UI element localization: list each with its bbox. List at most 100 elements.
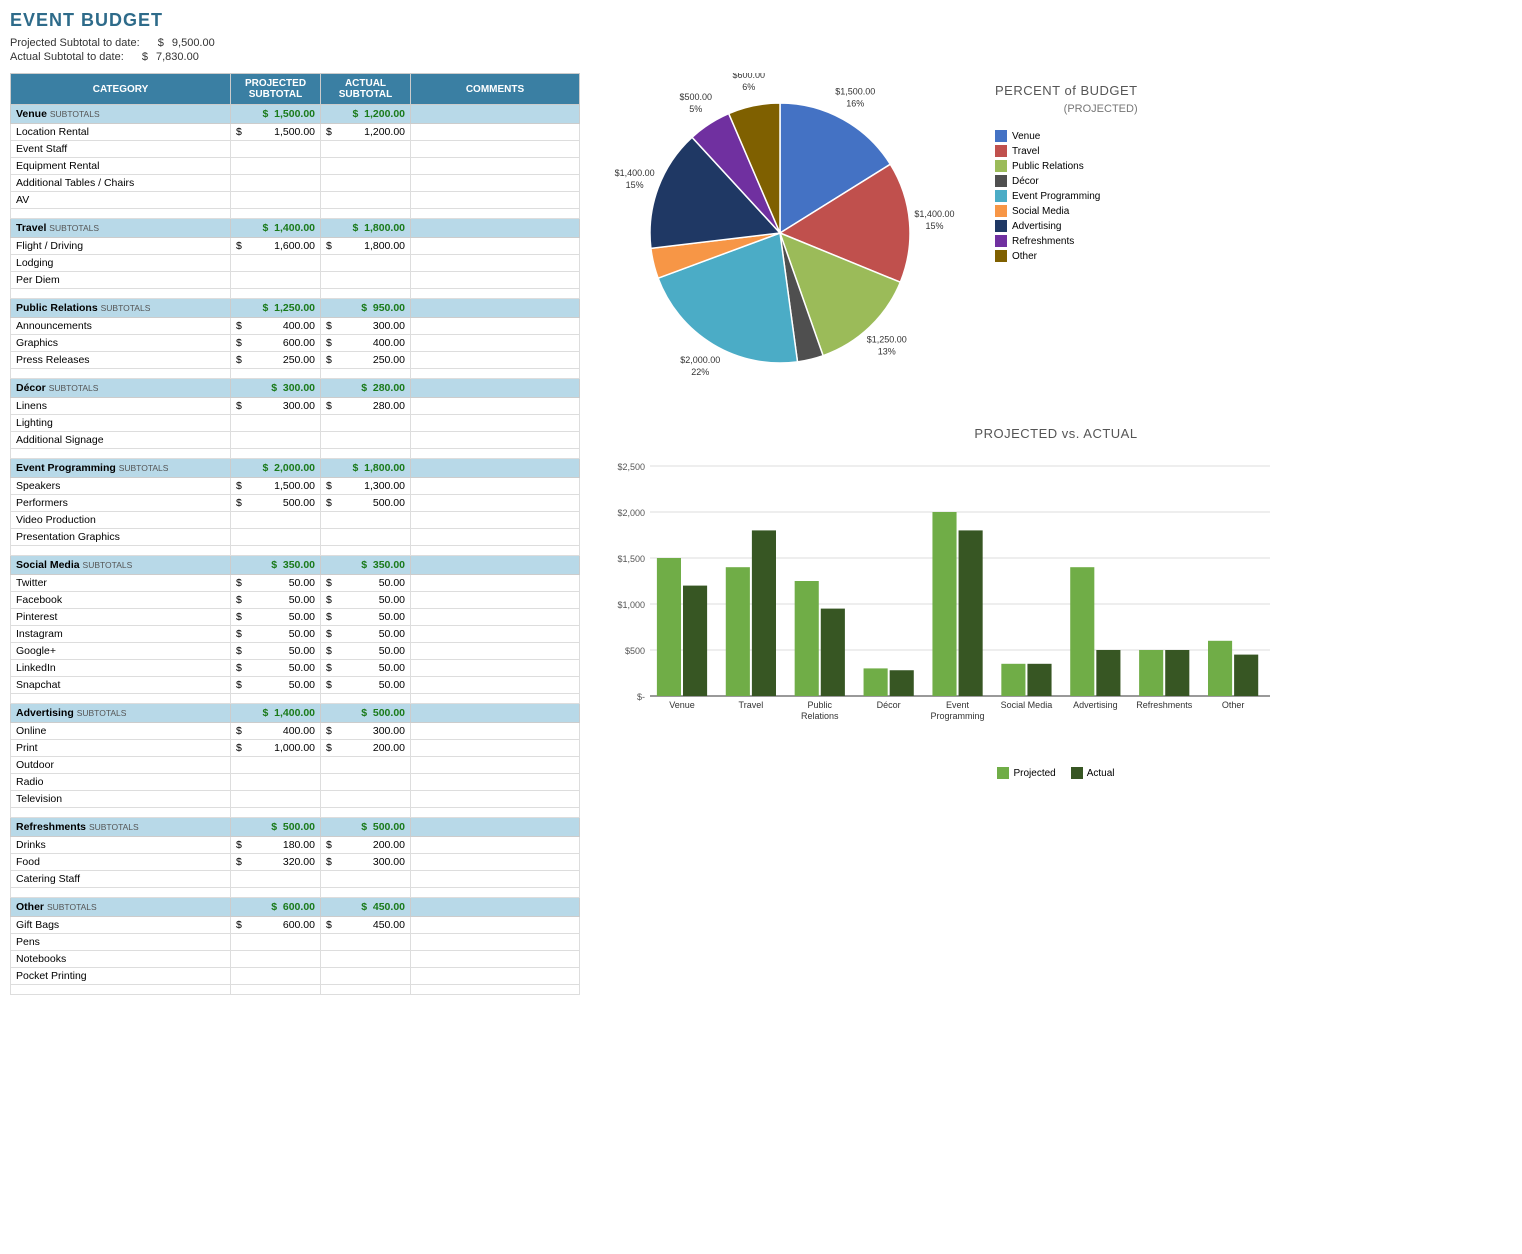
legend-item: Refreshments: [995, 235, 1138, 247]
item-name: Graphics: [11, 335, 231, 352]
proj-val: $250.00: [231, 352, 321, 369]
act-val: $300.00: [321, 723, 411, 740]
item-name: Lodging: [11, 255, 231, 272]
act-val: [321, 791, 411, 808]
table-header: CATEGORY PROJECTEDSUBTOTAL ACTUALSUBTOTA…: [11, 74, 580, 105]
actual-bar: [752, 530, 776, 696]
item-name: Snapchat: [11, 677, 231, 694]
section-name: Other SUBTOTALS: [11, 898, 231, 917]
table-row: Food$320.00$300.00: [11, 854, 580, 871]
actual-subtotal: Actual Subtotal to date: $ 7,830.00: [10, 51, 1512, 63]
comment: [411, 723, 580, 740]
bar-category-label: PublicRelations: [801, 700, 839, 721]
act-val: $280.00: [321, 398, 411, 415]
section-name: Travel SUBTOTALS: [11, 219, 231, 238]
item-name: Food: [11, 854, 231, 871]
table-row: Equipment Rental: [11, 158, 580, 175]
comment: [411, 660, 580, 677]
act-val: $200.00: [321, 740, 411, 757]
legend-label: Advertising: [1012, 221, 1061, 232]
proj-subtotal: $ 600.00: [231, 898, 321, 917]
proj-val: [231, 871, 321, 888]
act-val: $500.00: [321, 495, 411, 512]
bar-category-label: EventProgramming: [931, 700, 985, 721]
comment: [411, 352, 580, 369]
legend-item: Travel: [995, 145, 1138, 157]
comment: [411, 335, 580, 352]
comment: [411, 255, 580, 272]
pie-label: $600.00: [733, 73, 766, 80]
proj-subtotal: $ 350.00: [231, 556, 321, 575]
comment: [411, 478, 580, 495]
subtotal-row: Advertising SUBTOTALS$ 1,400.00$ 500.00: [11, 704, 580, 723]
comment: [411, 192, 580, 209]
item-name: Drinks: [11, 837, 231, 854]
proj-val: $50.00: [231, 592, 321, 609]
table-row: Location Rental$1,500.00$1,200.00: [11, 124, 580, 141]
comment: [411, 415, 580, 432]
pie-label-pct: 13%: [878, 346, 896, 356]
bar-category-label: Social Media: [1001, 700, 1053, 710]
proj-subtotal: $ 500.00: [231, 818, 321, 837]
comment: [411, 158, 580, 175]
act-val: $400.00: [321, 335, 411, 352]
comment: [411, 495, 580, 512]
item-name: Per Diem: [11, 272, 231, 289]
proj-val: [231, 141, 321, 158]
act-subtotal: $ 500.00: [321, 704, 411, 723]
pie-label: $1,500.00: [835, 86, 875, 96]
item-name: Television: [11, 791, 231, 808]
proj-val: $320.00: [231, 854, 321, 871]
act-val: $200.00: [321, 837, 411, 854]
proj-val: [231, 158, 321, 175]
proj-subtotal: $ 2,000.00: [231, 459, 321, 478]
bar-category-label: Other: [1222, 700, 1245, 710]
budget-table-panel: CATEGORY PROJECTEDSUBTOTAL ACTUALSUBTOTA…: [10, 73, 580, 995]
bar-legend-actual: Actual: [1071, 767, 1115, 779]
pie-label-pct: 15%: [925, 221, 943, 231]
proj-val: [231, 968, 321, 985]
comments: [411, 556, 580, 575]
proj-val: [231, 272, 321, 289]
act-val: $300.00: [321, 854, 411, 871]
legend-label: Refreshments: [1012, 236, 1074, 247]
table-row: Outdoor: [11, 757, 580, 774]
comment: [411, 626, 580, 643]
proj-val: $1,500.00: [231, 124, 321, 141]
table-row: Print$1,000.00$200.00: [11, 740, 580, 757]
bar-category-label: Venue: [669, 700, 695, 710]
item-name: Outdoor: [11, 757, 231, 774]
proj-val: $400.00: [231, 723, 321, 740]
legend-label: Social Media: [1012, 206, 1069, 217]
projected-bar: [1208, 641, 1232, 696]
act-val: [321, 757, 411, 774]
item-name: Notebooks: [11, 951, 231, 968]
item-name: Twitter: [11, 575, 231, 592]
comment: [411, 774, 580, 791]
pie-legend: VenueTravelPublic RelationsDécorEvent Pr…: [995, 130, 1138, 262]
table-row: Additional Tables / Chairs: [11, 175, 580, 192]
proj-val: [231, 951, 321, 968]
projected-bar: [726, 567, 750, 696]
legend-item: Social Media: [995, 205, 1138, 217]
comment: [411, 951, 580, 968]
table-row: LinkedIn$50.00$50.00: [11, 660, 580, 677]
projected-bar: [1001, 664, 1025, 696]
item-name: Linens: [11, 398, 231, 415]
charts-panel: $1,500.0016%$1,400.0015%$1,250.0013%$2,0…: [600, 73, 1512, 995]
proj-subtotal: $ 1,400.00: [231, 219, 321, 238]
table-row: Snapchat$50.00$50.00: [11, 677, 580, 694]
act-val: $300.00: [321, 318, 411, 335]
act-val: $1,300.00: [321, 478, 411, 495]
act-val: $50.00: [321, 575, 411, 592]
comments: [411, 898, 580, 917]
table-row: Performers$500.00$500.00: [11, 495, 580, 512]
legend-label: Public Relations: [1012, 161, 1084, 172]
comment: [411, 757, 580, 774]
legend-item: Venue: [995, 130, 1138, 142]
item-name: Pens: [11, 934, 231, 951]
item-name: Additional Signage: [11, 432, 231, 449]
act-val: $250.00: [321, 352, 411, 369]
legend-label: Event Programming: [1012, 191, 1100, 202]
spacer-row: [11, 985, 580, 995]
